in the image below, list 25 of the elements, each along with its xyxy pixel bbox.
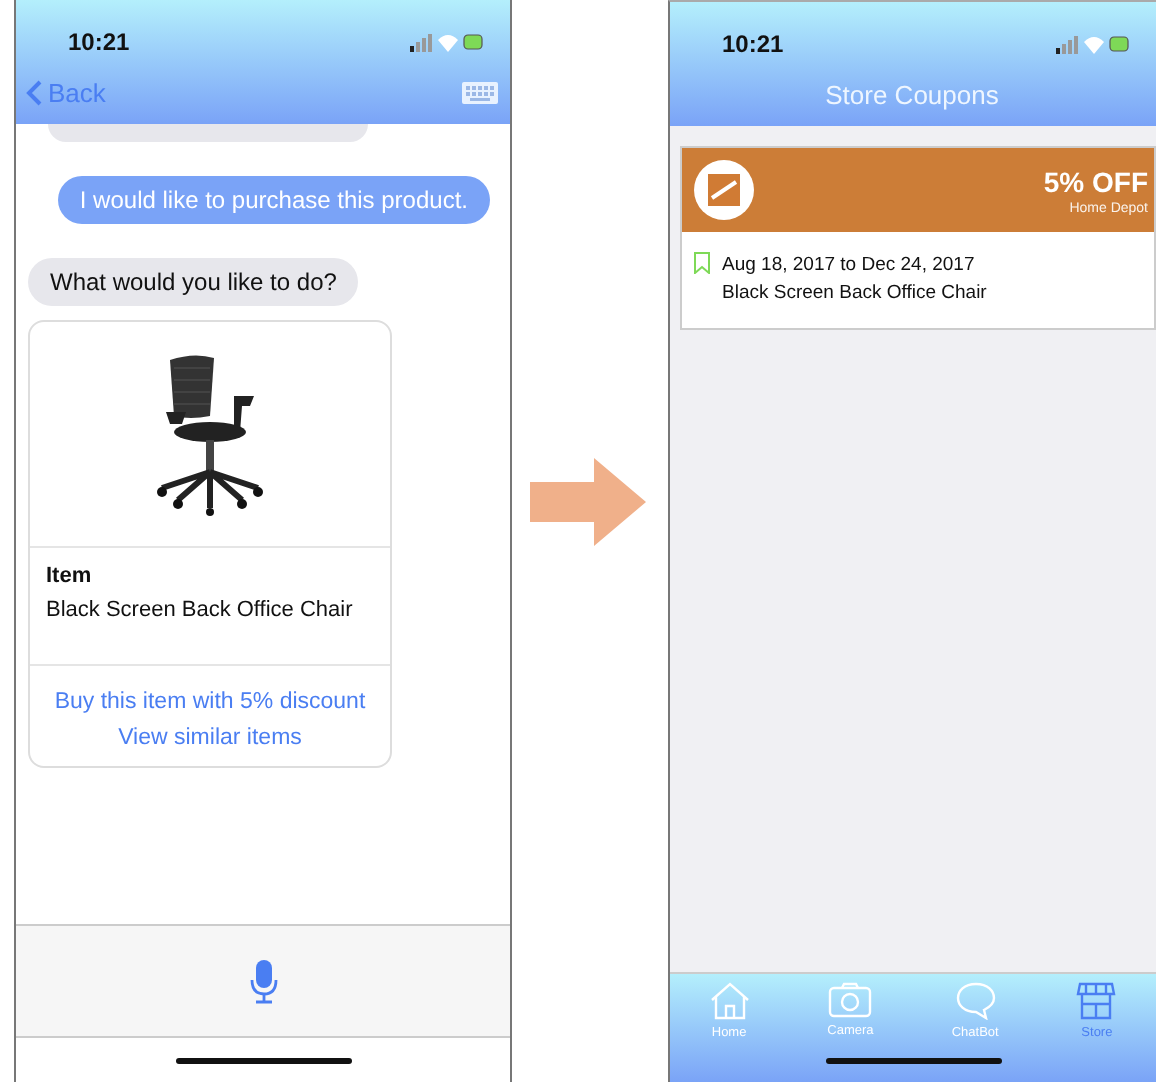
bot-message: What would you like to do? [28, 258, 359, 306]
coupon-dates: Aug 18, 2017 to Dec 24, 2017 [722, 252, 977, 280]
coupon-item: Black Screen Back Office Chair [722, 280, 987, 308]
storefront-icon [1076, 982, 1117, 1020]
coupon-discount: 5% OFF [1043, 165, 1148, 197]
camera-icon [828, 982, 873, 1018]
user-message: I would like to purchase this product. [57, 176, 490, 224]
chat-bubble-icon [955, 982, 996, 1020]
right-arrow-icon [530, 457, 650, 545]
status-time: 10:21 [722, 30, 784, 58]
action-link[interactable]: View similar items [118, 726, 302, 750]
keyboard-icon[interactable] [462, 81, 498, 103]
chevron-left-icon [26, 79, 42, 105]
action-link[interactable]: Buy this item with 5% discount [54, 690, 366, 714]
item-name: Black Screen Back Office Chair [46, 598, 355, 622]
screen-title: Store Coupons [825, 79, 999, 109]
item-label: Item [46, 564, 94, 588]
microphone-icon[interactable] [249, 959, 277, 1003]
status-icons [1056, 34, 1132, 54]
store-logo-icon [694, 160, 754, 220]
status-time: 10:21 [68, 28, 130, 56]
status-icons [410, 32, 486, 52]
back-button[interactable]: Back [26, 77, 106, 107]
bookmark-icon[interactable] [694, 252, 710, 274]
house-icon [709, 982, 750, 1020]
